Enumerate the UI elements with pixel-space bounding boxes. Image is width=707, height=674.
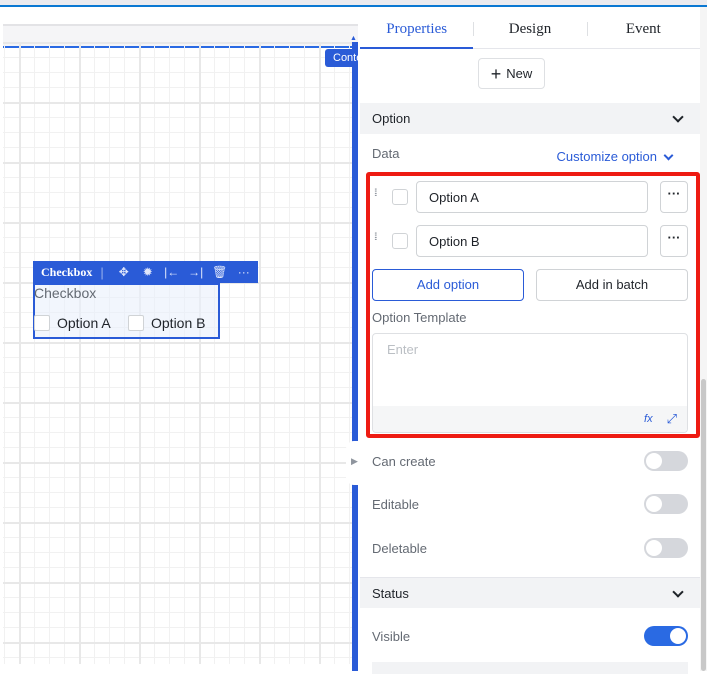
scrollbar-thumb[interactable] bbox=[701, 379, 706, 671]
container-selection-bar[interactable] bbox=[352, 42, 358, 671]
chevron-down-icon bbox=[663, 150, 674, 160]
drag-handle-icon[interactable]: ⁞⁞ bbox=[374, 233, 382, 243]
option-template-input[interactable]: Enter fx ⤢ bbox=[372, 333, 688, 433]
option-input[interactable]: Option A bbox=[416, 181, 648, 213]
panel-tabs: Properties Design Event bbox=[360, 7, 700, 49]
visible-toggle[interactable] bbox=[644, 626, 688, 646]
visible-condition-box bbox=[372, 662, 688, 674]
customize-option-dropdown[interactable]: Customize option bbox=[557, 149, 678, 164]
properties-panel: Properties Design Event + New Option Data… bbox=[360, 7, 700, 674]
drag-handle-icon[interactable]: ⁞⁞ bbox=[374, 189, 382, 199]
component-toolbar: Checkbox | ✥ ✹ |← →| 🗑 ··· bbox=[33, 261, 258, 283]
chevron-down-icon[interactable] bbox=[672, 111, 684, 123]
option-default-checkbox[interactable] bbox=[392, 233, 408, 249]
align-right-icon[interactable]: →| bbox=[184, 265, 208, 279]
status-section-header[interactable]: Status bbox=[360, 577, 700, 608]
more-icon[interactable]: ··· bbox=[660, 225, 688, 257]
data-label: Data bbox=[372, 146, 400, 161]
checkbox-icon[interactable] bbox=[34, 315, 50, 331]
editable-row: Editable bbox=[372, 493, 688, 515]
option-row: ⁞⁞ Option B ··· bbox=[372, 225, 688, 257]
plus-icon: + bbox=[490, 63, 502, 84]
checkbox-component[interactable]: Checkbox Option A Option B bbox=[33, 283, 220, 339]
bug-icon[interactable]: ✹ bbox=[136, 265, 160, 279]
chevron-down-icon[interactable] bbox=[672, 586, 684, 598]
add-in-batch-button[interactable]: Add in batch bbox=[536, 269, 688, 301]
can-create-toggle[interactable] bbox=[644, 451, 688, 471]
tab-properties[interactable]: Properties bbox=[360, 7, 474, 49]
tab-event[interactable]: Event bbox=[586, 7, 700, 48]
can-create-row: Can create bbox=[372, 450, 688, 472]
scroll-up-icon[interactable]: ▲ bbox=[350, 35, 357, 42]
new-button[interactable]: + New bbox=[478, 58, 545, 89]
panel-scrollbar[interactable] bbox=[700, 7, 707, 671]
editable-toggle[interactable] bbox=[644, 494, 688, 514]
visible-row: Visible bbox=[372, 625, 688, 647]
align-left-icon[interactable]: |← bbox=[160, 265, 184, 279]
more-icon[interactable]: ··· bbox=[660, 181, 688, 213]
canvas-grid[interactable] bbox=[3, 42, 355, 664]
deletable-row: Deletable bbox=[372, 537, 688, 559]
deletable-toggle[interactable] bbox=[644, 538, 688, 558]
option-input[interactable]: Option B bbox=[416, 225, 648, 257]
move-icon[interactable]: ✥ bbox=[112, 265, 136, 279]
expand-icon[interactable]: ⤢ bbox=[667, 411, 677, 427]
option-section-header[interactable]: Option bbox=[360, 103, 700, 134]
option-template-label: Option Template bbox=[372, 310, 467, 325]
component-toolbar-title: Checkbox bbox=[41, 264, 93, 279]
more-icon[interactable]: ··· bbox=[232, 265, 256, 279]
top-bar bbox=[0, 0, 707, 7]
fx-icon[interactable]: fx bbox=[644, 413, 653, 425]
tab-design[interactable]: Design bbox=[473, 7, 586, 48]
container-tag[interactable]: Conte bbox=[325, 49, 358, 67]
checkbox-option-b[interactable]: Option B bbox=[128, 315, 205, 331]
checkbox-option-a[interactable]: Option A bbox=[34, 315, 111, 331]
option-default-checkbox[interactable] bbox=[392, 189, 408, 205]
delete-icon[interactable]: 🗑 bbox=[208, 265, 232, 279]
template-placeholder: Enter bbox=[387, 342, 419, 357]
checkbox-label: Checkbox bbox=[34, 285, 97, 301]
checkbox-icon[interactable] bbox=[128, 315, 144, 331]
add-option-button[interactable]: Add option bbox=[372, 269, 524, 301]
option-row: ⁞⁞ Option A ··· bbox=[372, 181, 688, 213]
